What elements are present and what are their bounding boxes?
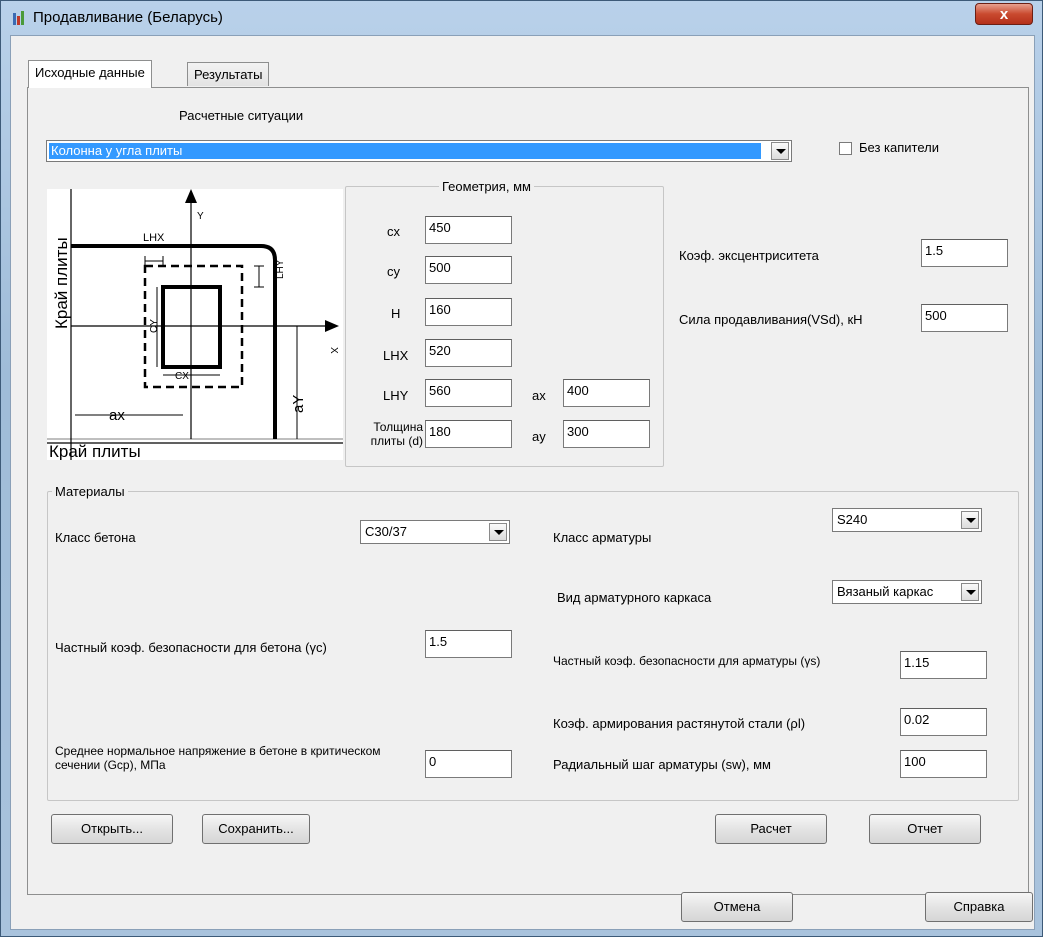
tab-label: Исходные данные <box>35 65 145 80</box>
h-input[interactable]: 160 <box>425 298 512 326</box>
geometry-diagram: Y X LHX LHY CY CX ax aY Край плиты Край … <box>47 189 343 461</box>
rebar-class-select[interactable]: S240 <box>832 508 982 532</box>
tab-results[interactable]: Результаты <box>187 62 270 86</box>
cy-field-label: cy <box>387 264 400 279</box>
cx-input[interactable]: 450 <box>425 216 512 244</box>
calculate-button[interactable]: Расчет <box>715 814 827 844</box>
slab-thickness-label: Толщина плиты (d) <box>351 420 423 448</box>
force-label: Сила продавливания(VSd), кН <box>679 312 863 327</box>
concrete-class-label: Класс бетона <box>55 530 136 545</box>
open-button[interactable]: Открыть... <box>51 814 173 844</box>
tab-label: Результаты <box>194 67 263 82</box>
gamma-s-label: Частный коэф. безопасности для арматуры … <box>553 654 821 668</box>
sigma-cp-label: Среднее нормальное напряжение в бетоне в… <box>55 744 381 772</box>
eccentricity-input[interactable]: 1.5 <box>921 239 1008 267</box>
concrete-class-select[interactable]: C30/37 <box>360 520 510 544</box>
ax-field-label: ax <box>532 388 546 403</box>
slab-thickness-label-line2: плиты (d) <box>370 434 423 448</box>
help-button[interactable]: Справка <box>925 892 1033 922</box>
force-input[interactable]: 500 <box>921 304 1008 332</box>
situations-selected-value: Колонна у угла плиты <box>49 143 761 159</box>
chevron-down-icon[interactable] <box>961 511 979 529</box>
save-button[interactable]: Сохранить... <box>202 814 310 844</box>
lhx-label: LHX <box>143 232 165 244</box>
concrete-class-value: C30/37 <box>365 524 407 539</box>
cancel-button[interactable]: Отмена <box>681 892 793 922</box>
ay-field-label: ay <box>532 429 546 444</box>
lhx-field-label: LHX <box>383 348 409 363</box>
sw-input[interactable]: 100 <box>900 750 987 778</box>
edge-left-label: Край плиты <box>52 237 71 329</box>
chevron-down-icon[interactable] <box>771 142 789 160</box>
close-button[interactable]: x <box>975 3 1033 25</box>
cy-label: CY <box>149 319 160 333</box>
lhy-label: LHY <box>275 259 286 279</box>
title-bar[interactable]: Продавливание (Беларусь) x <box>1 1 1042 35</box>
lhx-input[interactable]: 520 <box>425 339 512 367</box>
chevron-down-icon[interactable] <box>961 583 979 601</box>
dialog-window: Продавливание (Беларусь) x Исходные данн… <box>0 0 1043 937</box>
gamma-c-label: Частный коэф. безопасности для бетона (γ… <box>55 640 327 655</box>
ay-input[interactable]: 300 <box>563 420 650 448</box>
lhy-input[interactable]: 560 <box>425 379 512 407</box>
slab-thickness-label-line1: Толщина <box>373 420 423 434</box>
sigma-cp-input[interactable]: 0 <box>425 750 512 778</box>
dialog-client-area: Исходные данные Результаты Расчетные сит… <box>10 35 1035 930</box>
cage-type-select[interactable]: Вязаный каркас <box>832 580 982 604</box>
report-button[interactable]: Отчет <box>869 814 981 844</box>
ax-input[interactable]: 400 <box>563 379 650 407</box>
window-title: Продавливание (Беларусь) <box>33 9 223 26</box>
rebar-class-label: Класс арматуры <box>553 530 652 545</box>
lhy-field-label: LHY <box>383 388 409 403</box>
ax-label: ax <box>109 407 125 424</box>
axis-y-label: Y <box>197 211 204 222</box>
ay-label: aY <box>290 395 307 413</box>
materials-group-title: Материалы <box>52 484 128 499</box>
gamma-s-input[interactable]: 1.15 <box>900 651 987 679</box>
situations-select[interactable]: Колонна у угла плиты <box>46 140 792 162</box>
cage-type-value: Вязаный каркас <box>837 584 934 599</box>
chevron-down-icon[interactable] <box>489 523 507 541</box>
diagram-drawing: Y X LHX LHY CY CX ax aY Край плиты Край … <box>47 189 343 461</box>
no-capital-checkbox[interactable] <box>839 142 852 155</box>
axis-x-label: X <box>328 347 339 354</box>
sw-label: Радиальный шаг арматуры (sw), мм <box>553 757 771 772</box>
app-icon <box>13 11 24 25</box>
slab-thickness-input[interactable]: 180 <box>425 420 512 448</box>
h-field-label: H <box>391 306 401 321</box>
eccentricity-label: Коэф. эксцентриситета <box>679 248 819 263</box>
cx-field-label: cx <box>387 224 400 239</box>
rebar-class-value: S240 <box>837 512 868 527</box>
rho-l-label: Коэф. армирования растянутой стали (ρl) <box>553 716 806 731</box>
no-capital-label[interactable]: Без капители <box>859 140 939 155</box>
situations-label: Расчетные ситуации <box>179 108 304 123</box>
geometry-group-title: Геометрия, мм <box>439 179 534 194</box>
tab-input-data[interactable]: Исходные данные <box>28 60 152 88</box>
gamma-c-input[interactable]: 1.5 <box>425 630 512 658</box>
rho-l-input[interactable]: 0.02 <box>900 708 987 736</box>
edge-bottom-label: Край плиты <box>49 442 141 460</box>
cx-label: CX <box>175 371 189 382</box>
cage-type-label: Вид арматурного каркаса <box>557 590 712 605</box>
close-icon: x <box>999 6 1009 23</box>
cy-input[interactable]: 500 <box>425 256 512 284</box>
